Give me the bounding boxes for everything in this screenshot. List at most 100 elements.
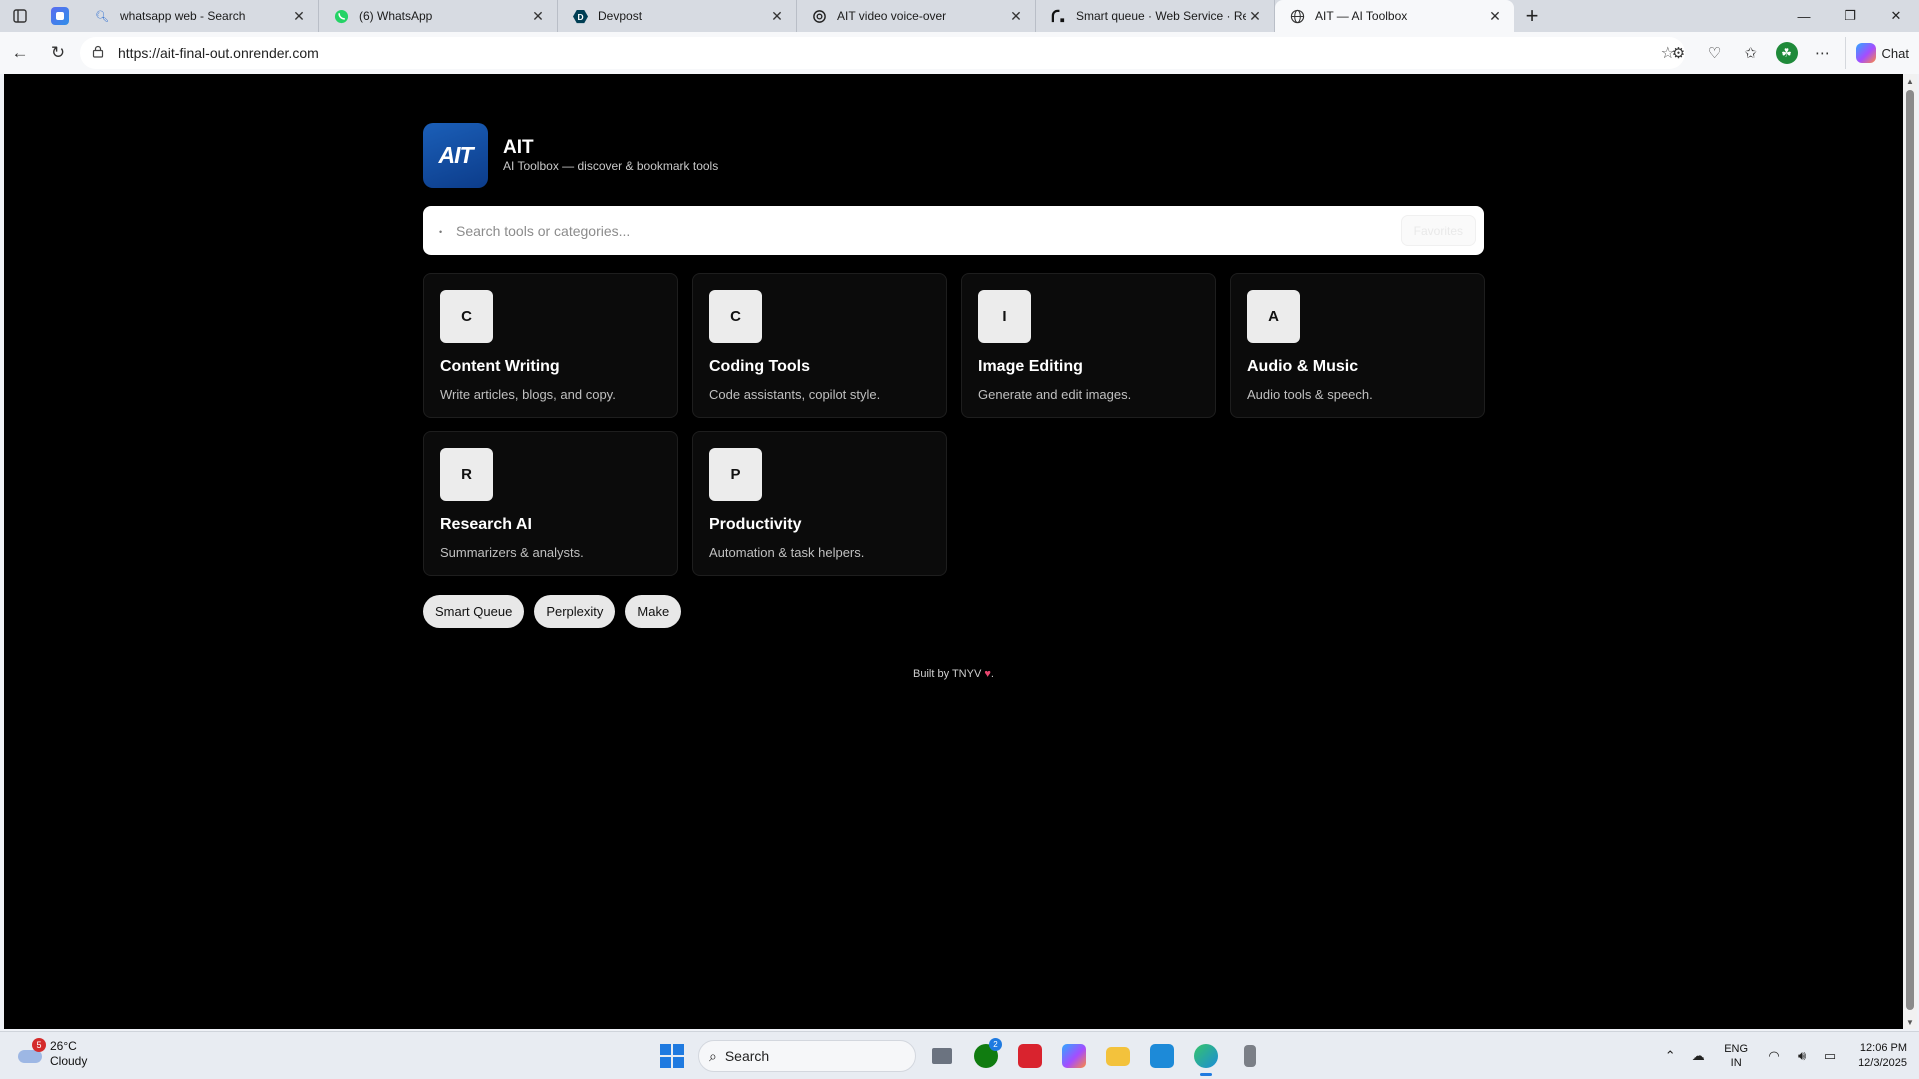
task-view-button[interactable] — [924, 1038, 960, 1074]
close-icon[interactable]: ✕ — [529, 7, 547, 25]
chip-make[interactable]: Make — [625, 595, 682, 628]
minimize-button[interactable]: — — [1781, 0, 1827, 32]
onedrive-button[interactable]: ☁ — [1684, 1048, 1712, 1064]
page-footer: Built by TNYV ♥. — [423, 668, 1484, 680]
tab-title: whatsapp web - Search — [120, 9, 246, 23]
edge-app[interactable] — [1188, 1038, 1224, 1076]
battery-icon: ▭ — [1823, 1048, 1837, 1063]
favorites-button[interactable]: ✩ — [1733, 37, 1769, 69]
volume-button[interactable]: 🔊︎ — [1788, 1048, 1816, 1064]
category-name: Productivity — [709, 516, 802, 533]
category-card-content-writing[interactable]: C Content Writing Write articles, blogs,… — [423, 273, 678, 418]
tab-actions-button[interactable] — [0, 0, 40, 32]
windows-logo-icon — [660, 1044, 671, 1055]
tab-ait-toolbox[interactable]: AIT — AI Toolbox ✕ — [1275, 0, 1514, 32]
start-button[interactable] — [654, 1038, 690, 1074]
tab-smart-queue-render[interactable]: Smart queue · Web Service · Ren ✕ — [1036, 0, 1275, 32]
footer-suffix: . — [990, 668, 994, 680]
taskbar: 5 26°C Cloudy ⌕ Search 2 ⌃ ☁ ENG IN ◠ 🔊︎… — [0, 1031, 1919, 1079]
xbox-app[interactable]: 2 — [968, 1038, 1004, 1074]
scrollbar-thumb[interactable] — [1906, 90, 1914, 1010]
extensions-button[interactable]: ⚙ — [1661, 37, 1697, 69]
category-name: Research AI — [440, 516, 532, 533]
devpost-icon: D — [572, 8, 588, 24]
voice-recorder-app[interactable] — [1232, 1038, 1268, 1074]
browser-tab-strip: 🔍︎ whatsapp web - Search ✕ (6) WhatsApp … — [0, 0, 1919, 32]
browser-toolbar: ← ↻ https://ait-final-out.onrender.com ☆… — [0, 32, 1919, 74]
category-card-coding-tools[interactable]: C Coding Tools Code assistants, copilot … — [692, 273, 947, 418]
ait-logo: AIT — [423, 122, 488, 188]
copilot-chat-button[interactable]: Chat — [1844, 37, 1919, 69]
url-text: https://ait-final-out.onrender.com — [118, 45, 319, 61]
page-scrollbar[interactable]: ▲ ▼ — [1903, 74, 1917, 1029]
new-tab-button[interactable]: + — [1514, 0, 1550, 32]
language-region: IN — [1730, 1057, 1742, 1069]
category-card-audio-music[interactable]: A Audio & Music Audio tools & speech. — [1230, 273, 1485, 418]
close-icon[interactable]: ✕ — [1246, 7, 1264, 25]
tab-title: AIT — AI Toolbox — [1315, 9, 1408, 23]
tab-whatsapp[interactable]: (6) WhatsApp ✕ — [319, 0, 558, 32]
tab-whatsapp-search[interactable]: 🔍︎ whatsapp web - Search ✕ — [80, 0, 319, 32]
browser-essentials-button[interactable]: ♡ — [1697, 37, 1733, 69]
show-hidden-icons-button[interactable]: ⌃ — [1656, 1048, 1684, 1064]
category-name: Audio & Music — [1247, 358, 1359, 375]
tab-title: AIT video voice-over — [837, 9, 947, 23]
favorites-button[interactable]: Favorites — [1400, 215, 1476, 246]
close-icon[interactable]: ✕ — [1007, 7, 1025, 25]
weather-widget[interactable]: 5 26°C Cloudy — [16, 1038, 87, 1069]
cloud-alert-icon: ☁ — [1691, 1048, 1705, 1063]
workspaces-button[interactable] — [40, 0, 80, 32]
weather-badge: 5 — [32, 1038, 46, 1052]
category-letter-badge: R — [440, 448, 493, 501]
search-icon: ⌕ — [709, 1047, 717, 1064]
refresh-button[interactable]: ↻ — [40, 37, 76, 69]
battery-button[interactable]: ▭ — [1816, 1048, 1844, 1064]
wifi-button[interactable]: ◠ — [1760, 1048, 1788, 1064]
clock-time: 12:06 PM — [1859, 1042, 1907, 1054]
wps-office-app[interactable] — [1012, 1038, 1048, 1074]
restore-button[interactable]: ❐ — [1827, 0, 1873, 32]
back-button[interactable]: ← — [2, 37, 38, 69]
footer-text: Built by TNYV — [913, 668, 982, 680]
clock[interactable]: 12:06 PM 12/3/2025 — [1858, 1041, 1907, 1071]
close-icon[interactable]: ✕ — [768, 7, 786, 25]
close-window-button[interactable]: ✕ — [1873, 0, 1919, 32]
speaker-icon: 🔊︎ — [1797, 1048, 1807, 1063]
edge-icon — [1194, 1044, 1218, 1068]
taskbar-search[interactable]: ⌕ Search — [698, 1040, 916, 1072]
taskbar-apps: ⌕ Search 2 — [654, 1038, 1268, 1076]
profile-avatar[interactable]: ☘ — [1775, 42, 1798, 64]
more-menu-button[interactable]: ⋯ — [1805, 37, 1841, 69]
category-description: Code assistants, copilot style. — [709, 387, 881, 402]
category-name: Image Editing — [978, 358, 1083, 375]
chip-smart-queue[interactable]: Smart Queue — [423, 595, 525, 628]
category-card-image-editing[interactable]: I Image Editing Generate and edit images… — [961, 273, 1216, 418]
chip-perplexity[interactable]: Perplexity — [534, 595, 616, 628]
tab-title: (6) WhatsApp — [359, 9, 433, 23]
language-indicator[interactable]: ENG IN — [1724, 1042, 1748, 1070]
tab-devpost[interactable]: D Devpost ✕ — [558, 0, 797, 32]
tab-ait-voice-over[interactable]: AIT video voice-over ✕ — [797, 0, 1036, 32]
category-name: Content Writing — [440, 358, 560, 375]
search-input[interactable] — [456, 222, 1356, 239]
app-name: AIT — [503, 137, 534, 158]
puzzle-icon: ⚙ — [1671, 45, 1686, 62]
app-tagline: AI Toolbox — discover & bookmark tools — [503, 159, 719, 173]
scroll-down-icon[interactable]: ▼ — [1903, 1015, 1917, 1029]
window-controls: — ❐ ✕ — [1781, 0, 1919, 32]
brand-header: AIT AIT AI Toolbox — discover & bookmark… — [423, 122, 1484, 188]
close-icon[interactable]: ✕ — [290, 7, 308, 25]
copilot-icon — [1062, 1044, 1086, 1068]
copilot-app[interactable] — [1056, 1038, 1092, 1074]
scroll-up-icon[interactable]: ▲ — [1903, 74, 1917, 88]
wifi-icon: ◠ — [1768, 1048, 1780, 1063]
category-card-research-ai[interactable]: R Research AI Summarizers & analysts. — [423, 431, 678, 576]
language-code: ENG — [1724, 1043, 1749, 1055]
toolbar-actions: ⚙ ♡ ✩ ☘ ⋯ Chat — [1661, 32, 1919, 74]
file-explorer-app[interactable] — [1100, 1038, 1136, 1074]
close-icon[interactable]: ✕ — [1486, 7, 1504, 25]
category-card-productivity[interactable]: P Productivity Automation & task helpers… — [692, 431, 947, 576]
address-bar[interactable]: https://ait-final-out.onrender.com ☆ — [80, 37, 1685, 69]
vscode-app[interactable] — [1144, 1038, 1180, 1074]
microphone-icon — [1244, 1045, 1256, 1067]
